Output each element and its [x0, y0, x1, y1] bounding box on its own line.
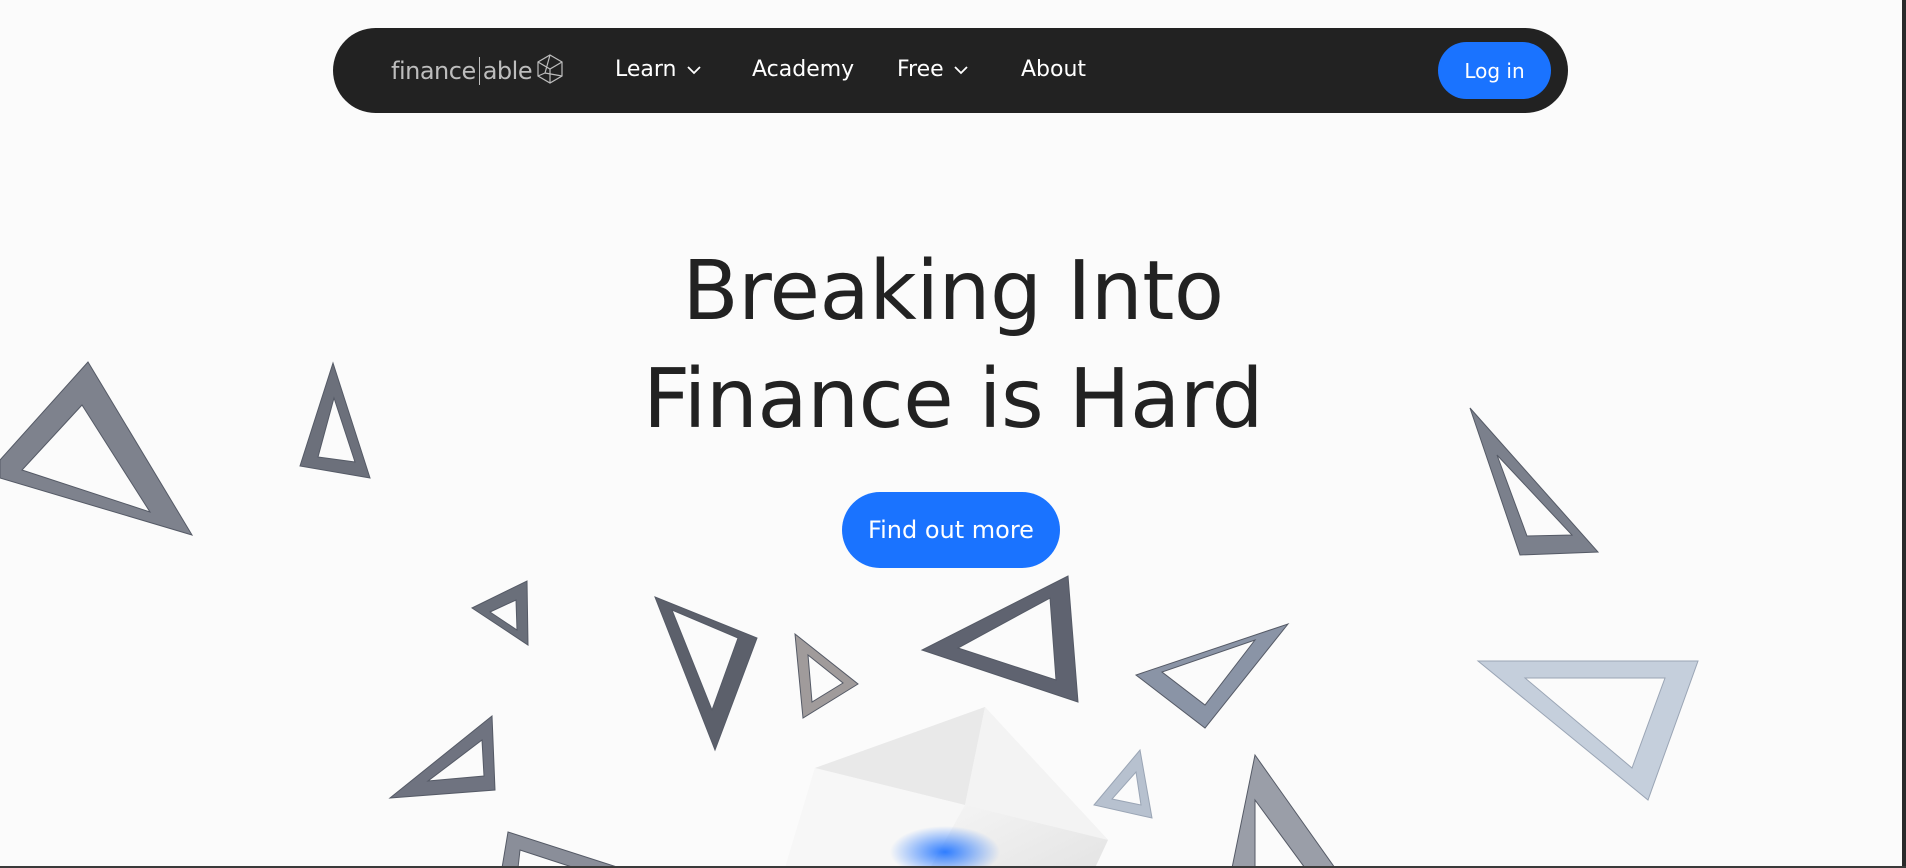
nav-item-label: Free [897, 57, 944, 82]
triangle-shape [1093, 748, 1153, 819]
triangle-shape [470, 580, 529, 646]
triangle-shape [654, 596, 758, 752]
login-button[interactable]: Log in [1438, 42, 1551, 99]
hero-title-line-2: Finance is Hard [642, 352, 1264, 447]
top-navbar: finance able Learn Academy Free About Lo… [333, 28, 1568, 113]
hero-title: Breaking Into Finance is Hard [0, 238, 1906, 454]
nav-item-label: About [1021, 57, 1087, 82]
brand-logo[interactable]: finance able [391, 48, 564, 94]
nav-item-label: Academy [752, 57, 855, 82]
triangle-shape [920, 575, 1079, 703]
logo-polyhedron-icon [536, 54, 564, 88]
nav-item-free[interactable]: Free [897, 56, 968, 84]
triangle-shape [1134, 622, 1290, 729]
crystal-gem-shape [785, 707, 1108, 868]
triangle-shape [388, 714, 496, 799]
triangle-shape [501, 831, 621, 868]
chevron-down-icon [954, 65, 968, 74]
hero-title-line-1: Breaking Into [682, 244, 1224, 339]
nav-item-learn[interactable]: Learn [615, 56, 701, 84]
nav-item-about[interactable]: About [1021, 56, 1086, 84]
chevron-down-icon [686, 65, 701, 74]
logo-text-finance: finance [391, 57, 476, 85]
nav-item-label: Learn [615, 57, 677, 82]
nav-item-academy[interactable]: Academy [752, 56, 854, 84]
triangle-shape [1476, 660, 1699, 801]
logo-divider [478, 57, 480, 85]
triangle-shape [1231, 753, 1336, 868]
logo-text-able: able [482, 57, 533, 85]
page-scrollbar[interactable] [1902, 0, 1906, 868]
triangle-shape [794, 632, 859, 719]
find-out-more-button[interactable]: Find out more [842, 492, 1060, 568]
